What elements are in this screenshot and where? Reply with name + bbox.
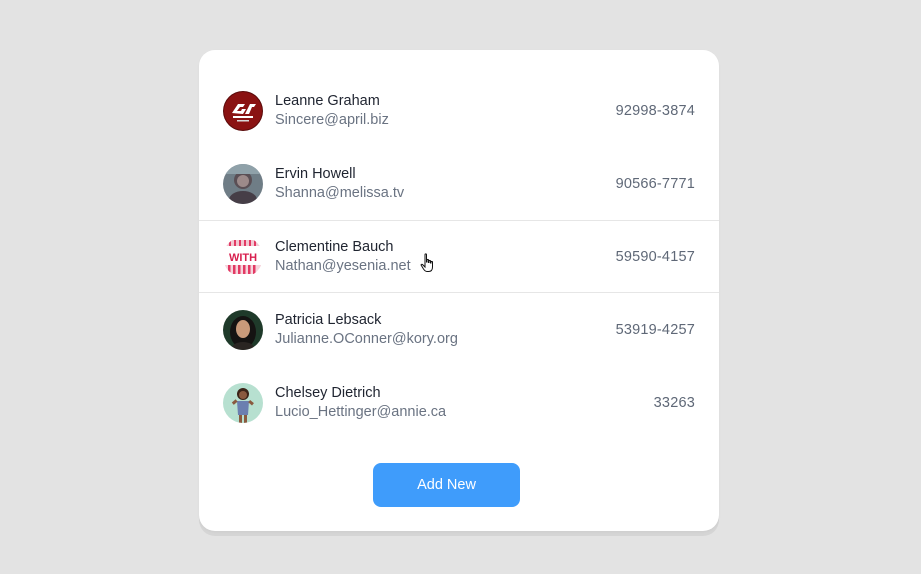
contact-name: Patricia Lebsack [275,311,382,328]
contact-phone: 59590-4157 [615,248,695,265]
contact-phone: 90566-7771 [615,175,695,192]
contact-phone: 92998-3874 [615,102,695,119]
contact-row[interactable]: WITH Clementine Bauch Nathan@yesenia.net… [199,220,719,293]
contact-email: Shanna@melissa.tv [275,184,405,201]
contact-email: Julianne.OConner@kory.org [275,330,458,347]
contact-info: Ervin Howell Shanna@melissa.tv [275,165,404,203]
contact-card: Leanne Graham Sincere@april.biz 92998-38… [199,50,719,531]
contact-row[interactable]: Patricia Lebsack Julianne.OConner@kory.o… [199,293,719,366]
user-photo-icon [223,382,263,423]
with-logo-text: WITH [229,252,257,264]
contact-name: Clementine Bauch [275,238,394,255]
gt-sport-logo-icon [223,90,263,131]
contact-name: Leanne Graham [275,92,380,109]
add-new-button[interactable]: Add New [373,463,520,507]
contact-row[interactable]: Chelsey Dietrich Lucio_Hettinger@annie.c… [199,366,719,439]
contact-info: Leanne Graham Sincere@april.biz [275,92,389,130]
avatar: WITH [223,236,263,277]
contact-email: Nathan@yesenia.net [275,257,411,274]
contact-row[interactable]: Leanne Graham Sincere@april.biz 92998-38… [199,74,719,147]
contact-name: Chelsey Dietrich [275,384,381,401]
avatar [223,163,263,204]
avatar [223,309,263,350]
contact-list: Leanne Graham Sincere@april.biz 92998-38… [199,74,719,439]
avatar [223,382,263,423]
contact-email: Sincere@april.biz [275,111,389,128]
avatar [223,90,263,131]
user-photo-icon [223,163,263,204]
contact-email: Lucio_Hettinger@annie.ca [275,403,447,420]
contact-info: Clementine Bauch Nathan@yesenia.net [275,238,411,276]
contact-name: Ervin Howell [275,165,356,182]
contact-info: Patricia Lebsack Julianne.OConner@kory.o… [275,311,458,349]
with-logo-icon: WITH [223,236,263,277]
user-photo-icon [223,309,263,350]
contact-phone: 33263 [653,394,695,411]
contact-row[interactable]: Ervin Howell Shanna@melissa.tv 90566-777… [199,147,719,220]
hand-pointer-cursor-icon [420,253,433,272]
contact-phone: 53919-4257 [615,321,695,338]
contact-info: Chelsey Dietrich Lucio_Hettinger@annie.c… [275,384,446,422]
